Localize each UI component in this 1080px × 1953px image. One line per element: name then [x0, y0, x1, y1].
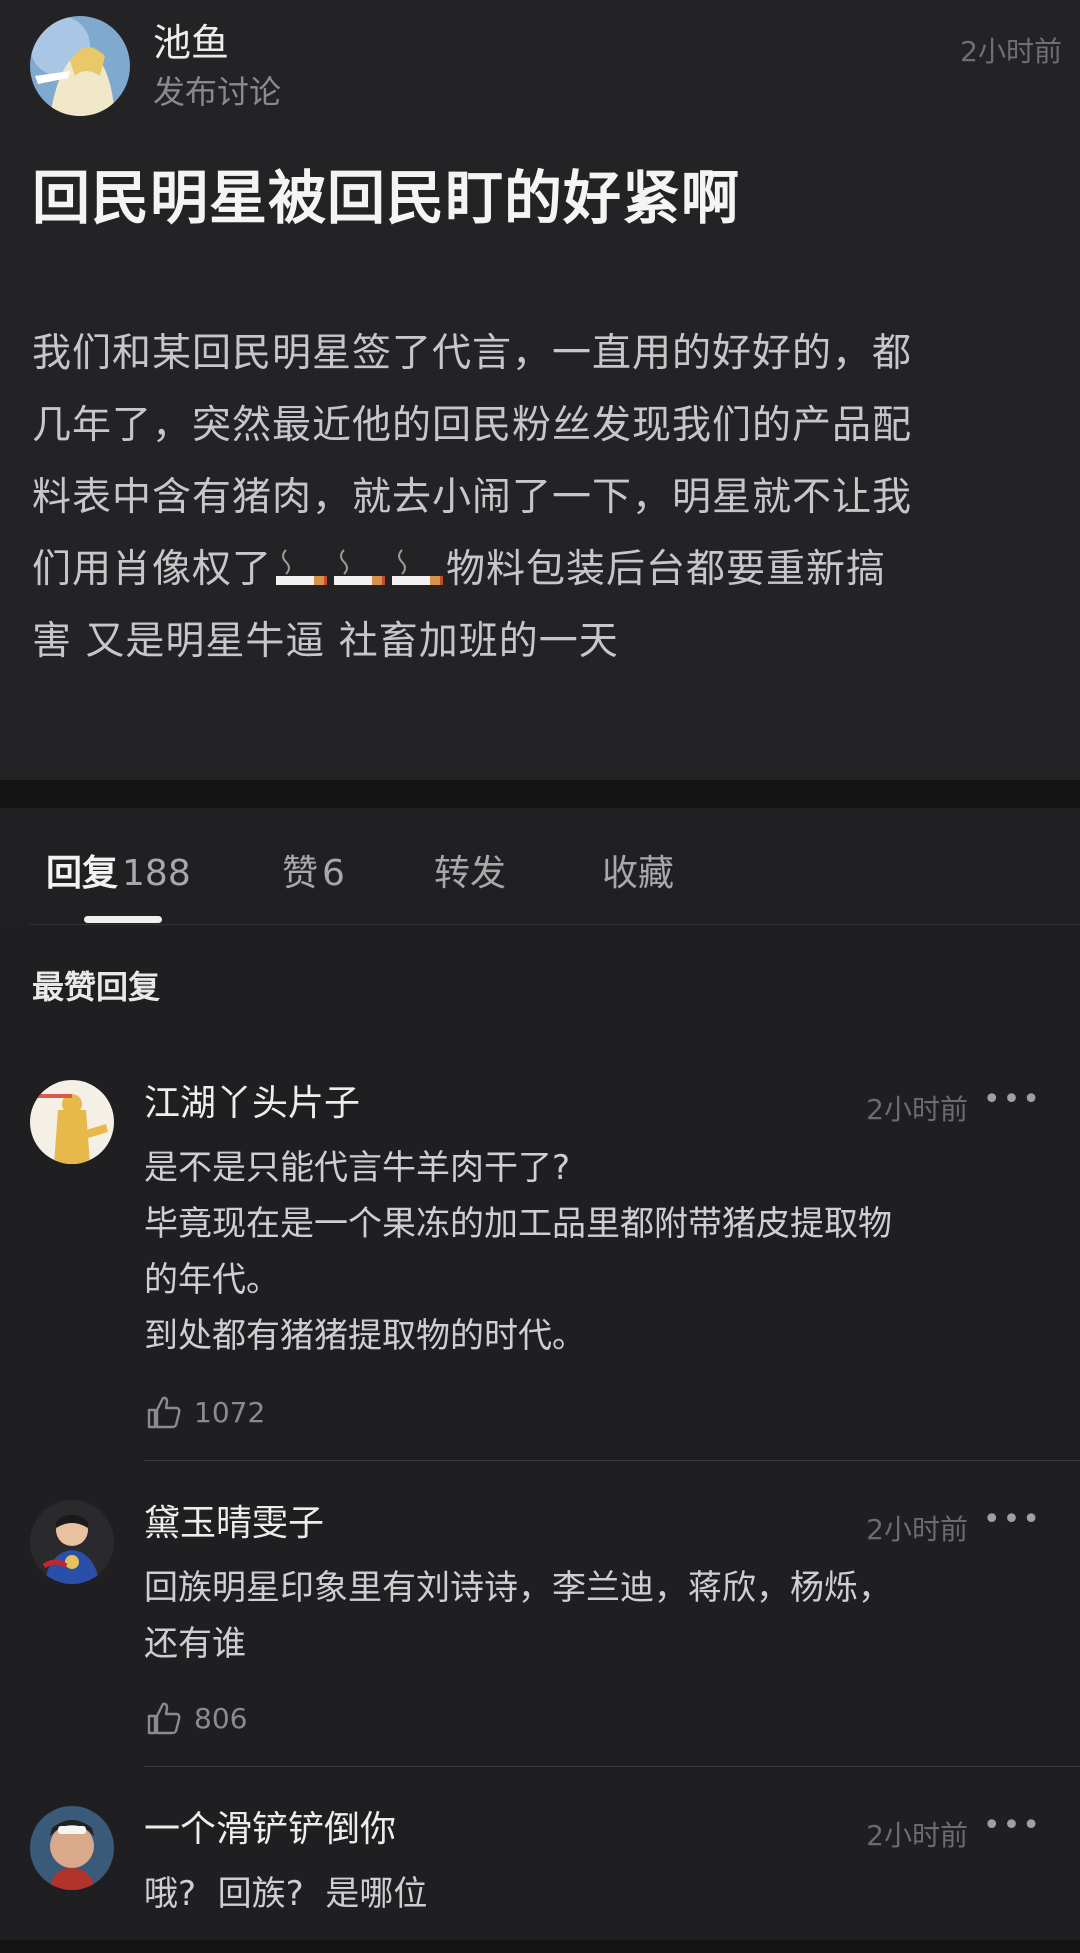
author-name[interactable]: 池鱼	[153, 20, 229, 66]
commenter-avatar[interactable]	[30, 1806, 114, 1890]
comment-text: 回族明星印象里有刘诗诗，李兰迪，蒋欣，杨烁， 还有谁	[144, 1560, 1044, 1672]
more-options-icon[interactable]: •••	[983, 1082, 1042, 1117]
tabs-divider	[30, 924, 1080, 925]
post-body-text: 们用肖像权了	[32, 547, 273, 592]
like-count: 806	[194, 1701, 248, 1735]
like-count: 1072	[194, 1395, 266, 1429]
thumbs-up-icon	[147, 1396, 181, 1429]
commenter-avatar[interactable]	[30, 1080, 114, 1164]
cigarette-icon	[332, 542, 386, 586]
like-button[interactable]: 806	[144, 1696, 247, 1740]
tab-likes[interactable]: 赞6	[282, 844, 345, 896]
tab-reposts[interactable]: 转发	[434, 844, 506, 896]
post-body-line: 几年了，突然最近他的回民粉丝发现我们的产品配	[32, 403, 913, 448]
comment-divider	[144, 1766, 1080, 1767]
tab-count: 6	[322, 853, 345, 894]
post-body-line: 们用肖像权了 物料包装后台都要重新搞	[32, 534, 1062, 606]
comment-timestamp: 2小时前	[866, 1093, 968, 1126]
tab-count: 188	[122, 853, 191, 894]
like-button[interactable]: 1072	[144, 1390, 265, 1434]
top-replies-heading: 最赞回复	[32, 968, 161, 1006]
post-type-label: 发布讨论	[153, 73, 282, 111]
active-tab-indicator	[84, 916, 162, 923]
post-title: 回民明星被回民盯的好紧啊	[32, 164, 741, 232]
post-body: 我们和某回民明星签了代言，一直用的好好的，都 几年了，突然最近他的回民粉丝发现我…	[32, 318, 1062, 678]
thumbs-up-icon	[147, 1702, 181, 1735]
post-body-line: 害 又是明星牛逼 社畜加班的一天	[32, 619, 619, 664]
comment-line: 毕竟现在是一个果冻的加工品里都附带猪皮提取物	[144, 1204, 892, 1244]
post-timestamp: 2小时前	[960, 35, 1062, 68]
comment-text: 哦? 回族? 是哪位	[144, 1866, 1044, 1922]
tab-label: 转发	[434, 853, 507, 894]
comment-line: 还有谁	[144, 1624, 246, 1664]
comment-timestamp: 2小时前	[866, 1819, 968, 1852]
section-separator	[0, 780, 1080, 808]
comment-line: 的年代。	[144, 1260, 280, 1300]
comment-timestamp: 2小时前	[866, 1513, 968, 1546]
tab-label: 收藏	[602, 853, 675, 894]
author-avatar[interactable]	[30, 16, 130, 116]
tab-replies[interactable]: 回复 188	[46, 844, 191, 896]
post-body-line: 料表中含有猪肉，就去小闹了一下，明星就不让我	[32, 475, 913, 520]
post-card: 池鱼 发布讨论 2小时前 回民明星被回民盯的好紧啊 我们和某回民明星签了代言，一…	[0, 0, 1080, 780]
more-options-icon[interactable]: •••	[983, 1502, 1042, 1537]
tab-favorites[interactable]: 收藏	[602, 844, 674, 896]
bottom-separator	[0, 1940, 1080, 1953]
commenter-avatar[interactable]	[30, 1500, 114, 1584]
post-body-text: 物料包装后台都要重新搞	[446, 547, 887, 592]
comment-divider	[144, 1460, 1080, 1461]
comment-line: 回族明星印象里有刘诗诗，李兰迪，蒋欣，杨烁，	[144, 1568, 892, 1608]
tab-label: 回复	[46, 853, 119, 894]
comment-text: 是不是只能代言牛羊肉干了? 毕竟现在是一个果冻的加工品里都附带猪皮提取物 的年代…	[144, 1140, 1044, 1364]
comment-line: 到处都有猪猪提取物的时代。	[144, 1316, 586, 1356]
comment-line: 是不是只能代言牛羊肉干了?	[144, 1148, 571, 1188]
commenter-name[interactable]: 一个滑铲铲倒你	[144, 1808, 396, 1852]
cigarette-icon	[274, 542, 328, 586]
cigarette-icon	[390, 542, 444, 586]
tab-label: 赞	[282, 853, 319, 894]
more-options-icon[interactable]: •••	[983, 1808, 1042, 1843]
commenter-name[interactable]: 江湖丫头片子	[144, 1082, 360, 1126]
interaction-tabs: 回复 188 赞6 转发 收藏	[0, 808, 1080, 926]
post-body-line: 我们和某回民明星签了代言，一直用的好好的，都	[32, 331, 913, 376]
commenter-name[interactable]: 黛玉晴雯子	[144, 1502, 324, 1546]
comment-line: 哦? 回族? 是哪位	[144, 1874, 428, 1914]
